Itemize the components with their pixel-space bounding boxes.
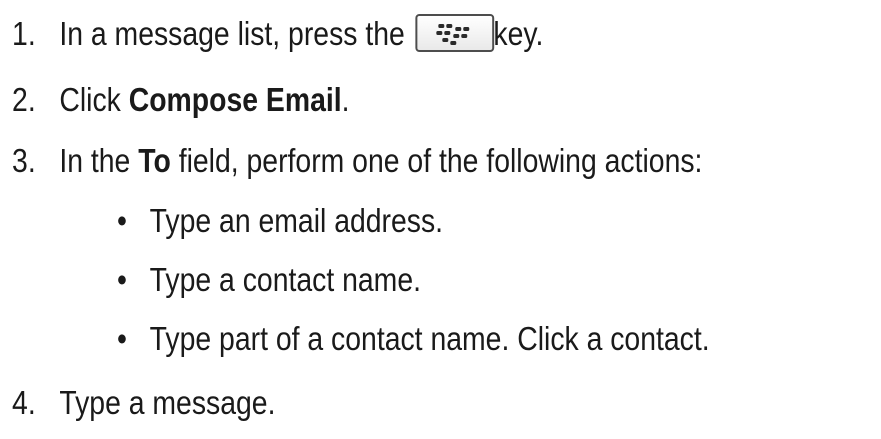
step-text-before: In the [59, 142, 139, 179]
bullet-icon: • [116, 320, 127, 357]
step-text: In a message list, press the key. [59, 14, 543, 54]
blackberry-logo-icon [436, 24, 469, 46]
bullet-text: Type part of a contact name. Click a con… [149, 320, 710, 357]
step-number: 3. [12, 142, 36, 179]
step-text: In the To field, perform one of the foll… [59, 141, 702, 181]
bullet-text: Type a contact name. [149, 261, 421, 298]
step-text-before: Click [59, 81, 129, 118]
blackberry-menu-key-icon [415, 14, 494, 53]
ui-label-to-field: To [138, 142, 171, 179]
step-text-before: In a message list, press the [59, 15, 405, 52]
instruction-document: 1. In a message list, press the key. 2. … [0, 0, 881, 439]
bullet-icon: • [116, 202, 127, 239]
step-number: 4. [12, 384, 36, 421]
step-text-after: field, perform one of the following acti… [170, 142, 703, 179]
step-number: 1. [12, 15, 36, 52]
bullet-icon: • [116, 261, 127, 298]
step-text-after: . [341, 81, 350, 118]
step-text: Click Compose Email. [59, 80, 349, 120]
step-number: 2. [12, 81, 36, 118]
ui-label-compose-email: Compose Email [128, 81, 342, 118]
bullet-text: Type an email address. [149, 202, 444, 239]
step-text-after: key. [493, 15, 544, 52]
step-text: Type a message. [59, 384, 276, 421]
